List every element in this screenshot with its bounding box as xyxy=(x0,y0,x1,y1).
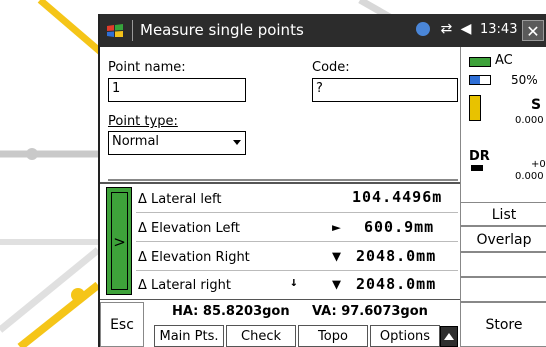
title-separator xyxy=(132,20,133,41)
code-label: Code: xyxy=(312,60,350,75)
point-type-label: Point type: xyxy=(108,114,178,129)
direction-symbol: ▼ xyxy=(332,275,343,293)
status-panel: AC 50% S 0.000 DR +0 0.000 xyxy=(460,47,546,202)
power-source-label: AC xyxy=(495,53,513,68)
point-name-label: Point name: xyxy=(108,60,186,75)
dr-value: 0.000 xyxy=(515,171,544,182)
tab-main-points[interactable]: Main Pts. xyxy=(154,325,224,347)
chevron-down-icon xyxy=(233,140,241,145)
vertical-angle: VA: 97.6073gon xyxy=(312,304,428,319)
code-input[interactable]: ? xyxy=(312,78,458,102)
overlap-button[interactable]: Overlap xyxy=(460,226,546,252)
point-type-select[interactable]: Normal xyxy=(108,131,246,155)
measurement-label: Δ Lateral left xyxy=(138,192,222,207)
instrument-icon[interactable] xyxy=(469,95,481,121)
list-button[interactable]: List xyxy=(460,202,546,226)
chevron-up-icon xyxy=(444,333,454,340)
row-divider xyxy=(136,212,458,213)
separator-line xyxy=(108,179,458,181)
title-bar: Measure single points ⇄ ◀ 13:43 ✕ xyxy=(100,14,546,47)
connectivity-icon[interactable]: ⇄ xyxy=(440,21,452,37)
prism-icon xyxy=(471,165,483,171)
horizontal-angle: HA: 85.8203gon xyxy=(172,304,290,319)
instrument-value: 0.000 xyxy=(515,115,544,126)
empty-side-button[interactable] xyxy=(460,277,546,302)
windows-start-icon[interactable] xyxy=(106,22,124,40)
instrument-face: S xyxy=(531,97,542,113)
direction-symbol: ► xyxy=(332,218,343,236)
esc-button[interactable]: Esc xyxy=(100,302,144,347)
point-name-input[interactable]: 1 xyxy=(108,78,246,102)
tab-check[interactable]: Check xyxy=(226,325,296,347)
device-screen: Measure single points ⇄ ◀ 13:43 ✕ Point … xyxy=(98,14,546,347)
battery-icon xyxy=(469,75,491,85)
row-divider xyxy=(136,270,458,271)
clock[interactable]: 13:43 xyxy=(480,22,517,37)
ac-power-icon xyxy=(469,57,491,67)
bluetooth-icon[interactable] xyxy=(416,22,430,36)
measurement-value: 104.4496m xyxy=(352,188,443,206)
empty-side-button[interactable] xyxy=(460,252,546,277)
measurement-value: 600.9mm xyxy=(364,218,435,236)
point-type-value: Normal xyxy=(112,134,160,149)
battery-percent: 50% xyxy=(511,73,538,87)
measurement-label: Δ Lateral right xyxy=(138,278,231,293)
dr-label: DR xyxy=(469,149,490,164)
system-tray: ⇄ ◀ xyxy=(416,21,471,37)
measurement-selector-button[interactable]: > xyxy=(111,192,128,290)
dr-offset: +0 xyxy=(531,159,546,170)
window-title: Measure single points xyxy=(140,21,304,39)
measurement-label: Δ Elevation Left xyxy=(138,221,241,236)
tab-options[interactable]: Options xyxy=(370,325,440,347)
direction-symbol: ▼ xyxy=(332,247,343,265)
volume-icon[interactable]: ◀ xyxy=(461,21,472,37)
tab-scroll-button[interactable] xyxy=(440,326,458,347)
row-divider xyxy=(136,241,458,242)
close-button[interactable]: ✕ xyxy=(522,20,544,41)
down-arrow-icon: ↓ xyxy=(290,275,299,290)
measurement-value: 2048.0mm xyxy=(356,275,437,293)
measurement-value: 2048.0mm xyxy=(356,247,437,265)
measurement-label: Δ Elevation Right xyxy=(138,250,250,265)
tab-topo[interactable]: Topo xyxy=(298,325,368,347)
store-button[interactable]: Store xyxy=(460,302,546,347)
